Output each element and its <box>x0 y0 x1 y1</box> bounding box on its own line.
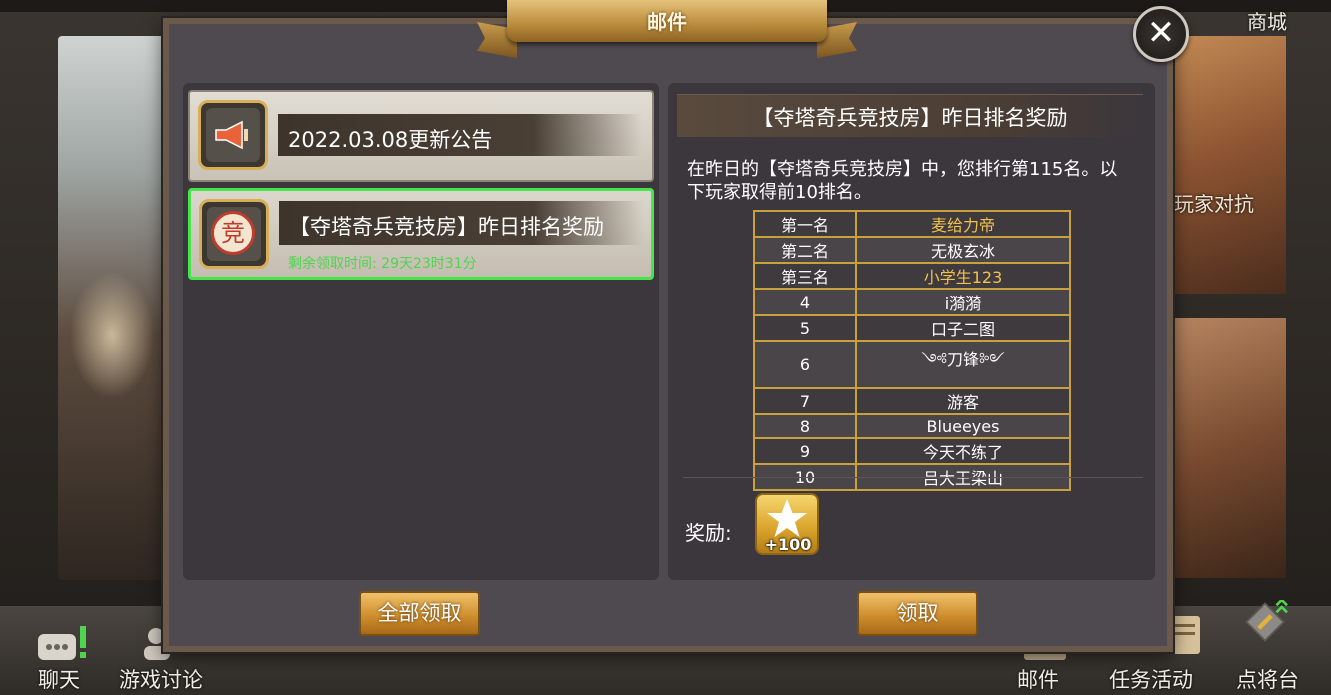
dialog-title-banner: 邮件 <box>477 0 857 62</box>
table-row: 第三名 小学生123 <box>753 262 1071 290</box>
general-platform-icon[interactable] <box>1240 600 1290 644</box>
chat-label[interactable]: 聊天 <box>38 664 80 694</box>
speaker-icon <box>215 120 248 150</box>
seal-icon: 竞 <box>211 211 255 255</box>
player-name-cell: ༺刀锋༻ <box>855 340 1071 389</box>
detail-title: 【夺塔奇兵竞技房】昨日排名奖励 <box>752 106 1068 130</box>
rank-cell: 4 <box>753 288 857 316</box>
player-name-cell: 麦给力帝 <box>855 210 1071 238</box>
mail-nav-label[interactable]: 邮件 <box>1017 664 1059 694</box>
table-row: 9 今天不练了 <box>753 437 1071 465</box>
claim-all-button[interactable]: 全部领取 <box>359 591 480 636</box>
detail-body-text: 在昨日的【夺塔奇兵竞技房】中，您排行第115名。以下玩家取得前10排名。 <box>687 159 1118 203</box>
reward-label: 奖励: <box>685 521 732 545</box>
player-name-cell: 游客 <box>855 387 1071 415</box>
table-row: 4 i漪漪 <box>753 288 1071 316</box>
player-name-cell: 小学生123 <box>855 262 1071 290</box>
rank-cell: 9 <box>753 437 857 465</box>
close-button[interactable]: ✕ <box>1133 6 1189 62</box>
table-row: 第一名 麦给力帝 <box>753 210 1071 238</box>
pvp-banner-art[interactable] <box>1168 36 1286 294</box>
rank-cell: 5 <box>753 314 857 342</box>
rank-cell: 6 <box>753 340 857 389</box>
mail-icon-frame <box>198 100 268 170</box>
event-banner-art[interactable] <box>1168 318 1286 578</box>
ranking-table: 第一名 麦给力帝 第二名 无极玄冰 第三名 小学生123 4 i漪漪 5 口子二图 6 ༺刀… <box>753 210 1071 491</box>
player-name-cell: i漪漪 <box>855 288 1071 316</box>
hero-artwork <box>58 36 166 580</box>
mail-icon-frame: 竞 <box>199 199 269 269</box>
reward-item[interactable]: +100 <box>755 493 819 555</box>
dialog-title: 邮件 <box>647 10 687 34</box>
discussion-label[interactable]: 游戏讨论 <box>119 664 203 694</box>
rank-cell: 8 <box>753 413 857 439</box>
table-row: 8 Blueeyes <box>753 413 1071 439</box>
rank-cell: 第一名 <box>753 210 857 238</box>
table-row: 7 游客 <box>753 387 1071 415</box>
table-row: 第二名 无极玄冰 <box>753 236 1071 264</box>
mail-title: 2022.03.08更新公告 <box>288 128 493 152</box>
player-name-cell: 今天不练了 <box>855 437 1071 465</box>
table-row: 5 口子二图 <box>753 314 1071 342</box>
star-icon <box>767 499 807 537</box>
pvp-label: 玩家对抗 <box>1174 192 1254 216</box>
claim-button[interactable]: 领取 <box>857 591 978 636</box>
close-icon: ✕ <box>1146 13 1176 53</box>
reward-amount: +100 <box>764 535 812 554</box>
general-platform-label[interactable]: 点将台 <box>1236 664 1299 694</box>
mail-title: 【夺塔奇兵竞技房】昨日排名奖励 <box>289 215 604 239</box>
player-name-cell: 口子二图 <box>855 314 1071 342</box>
tasks-label[interactable]: 任务活动 <box>1109 664 1193 694</box>
rank-cell: 7 <box>753 387 857 415</box>
rank-cell: 第三名 <box>753 262 857 290</box>
chat-icon[interactable] <box>36 626 90 666</box>
player-name-cell: 无极玄冰 <box>855 236 1071 264</box>
rank-cell: 第二名 <box>753 236 857 264</box>
shop-button[interactable]: 商城 <box>1247 6 1287 35</box>
player-name-cell: Blueeyes <box>855 413 1071 439</box>
table-row: 6 ༺刀锋༻ <box>753 340 1071 389</box>
mail-item-announcement[interactable]: 2022.03.08更新公告 <box>188 90 654 182</box>
mail-item-ranking-reward[interactable]: 竞 【夺塔奇兵竞技房】昨日排名奖励 剩余领取时间: 29天23时31分 <box>188 188 654 280</box>
claim-remaining-time: 剩余领取时间: 29天23时31分 <box>288 256 477 272</box>
detail-divider <box>683 477 1143 478</box>
